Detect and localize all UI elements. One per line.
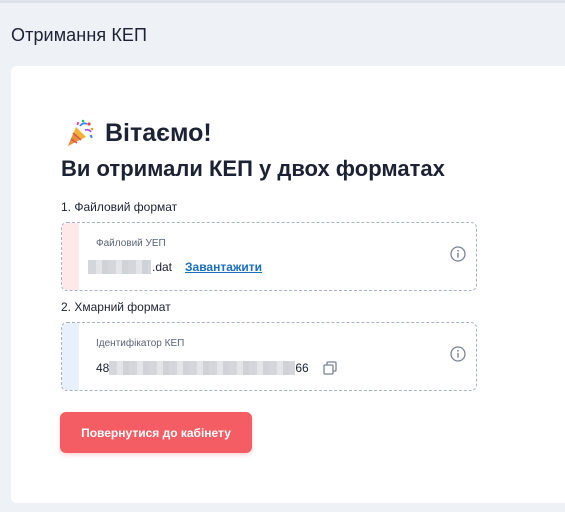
- back-to-cabinet-button[interactable]: Повернутися до кабінету: [60, 412, 252, 453]
- file-format-box: Файловий УЕП .dat Завантажити: [61, 222, 477, 291]
- file-extension: .dat: [152, 260, 173, 274]
- cloud-format-box: Ідентифікатор КЕП 48 66: [61, 322, 477, 391]
- welcome-heading: Вітаємо!: [105, 118, 212, 147]
- file-row: .dat Завантажити: [88, 260, 262, 274]
- info-icon[interactable]: [450, 346, 466, 362]
- download-link[interactable]: Завантажити: [185, 260, 262, 274]
- main-card: Вітаємо! Ви отримали КЕП у двох форматах…: [11, 66, 565, 503]
- welcome-header: Вітаємо!: [65, 118, 212, 148]
- cloud-format-accent: [62, 323, 79, 390]
- file-field-label: Файловий УЕП: [96, 238, 166, 249]
- key-id-suffix: 66: [295, 361, 309, 375]
- copy-icon[interactable]: [322, 360, 338, 376]
- file-format-accent: [62, 223, 79, 290]
- page-title: Отримання КЕП: [11, 25, 148, 45]
- info-icon[interactable]: [450, 246, 466, 262]
- redacted-filename: [88, 260, 151, 274]
- key-id-prefix: 48: [96, 361, 110, 375]
- key-id-row: 48 66: [96, 360, 338, 376]
- cloud-format-label: 2. Хмарний формат: [61, 300, 171, 314]
- redacted-key-id: [109, 361, 296, 375]
- party-popper-icon: [68, 119, 94, 146]
- file-format-label: 1. Файловий формат: [61, 200, 178, 214]
- top-divider: [0, 0, 565, 3]
- subtitle: Ви отримали КЕП у двох форматах: [61, 156, 445, 181]
- key-id-label: Ідентифікатор КЕП: [96, 338, 185, 349]
